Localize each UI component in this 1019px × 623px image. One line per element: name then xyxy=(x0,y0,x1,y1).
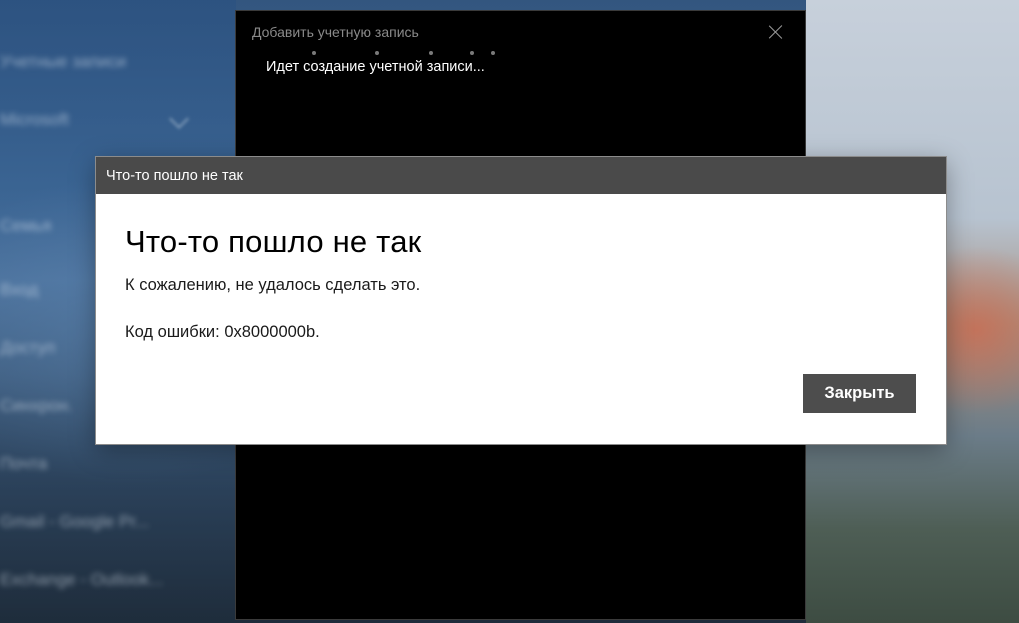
dialog-heading: Что-то пошло не так xyxy=(125,224,422,259)
close-button[interactable]: Закрыть xyxy=(803,374,916,413)
progress-dot xyxy=(470,51,474,55)
ghost-item: Учетные записи xyxy=(0,52,127,71)
progress-dot xyxy=(312,51,316,55)
error-code: Код ошибки: 0x8000000b. xyxy=(125,323,320,341)
status-text: Идет создание учетной записи... xyxy=(266,59,485,75)
window-title: Добавить учетную запись xyxy=(252,24,419,40)
ghost-item: Доступ xyxy=(0,338,56,357)
progress-dot xyxy=(375,51,379,55)
progress-dot xyxy=(491,51,495,55)
ghost-item: Синхрон. xyxy=(0,396,73,415)
ghost-item: Exchange - Outlook... xyxy=(0,570,164,589)
ghost-item: Gmail - Google Pr... xyxy=(0,512,150,531)
chevron-down-icon xyxy=(169,109,189,129)
error-dialog: Что-то пошло не так Что-то пошло не так … xyxy=(96,157,946,444)
ghost-item: Microsoft xyxy=(0,110,69,129)
progress-dot xyxy=(429,51,433,55)
ghost-item: Вход xyxy=(0,280,39,299)
close-icon[interactable] xyxy=(767,23,785,41)
ghost-item: Семья xyxy=(0,216,52,235)
dialog-titlebar: Что-то пошло не так xyxy=(96,157,946,194)
error-message: К сожалению, не удалось сделать это. xyxy=(125,276,421,294)
ghost-item: Почта xyxy=(0,454,48,473)
